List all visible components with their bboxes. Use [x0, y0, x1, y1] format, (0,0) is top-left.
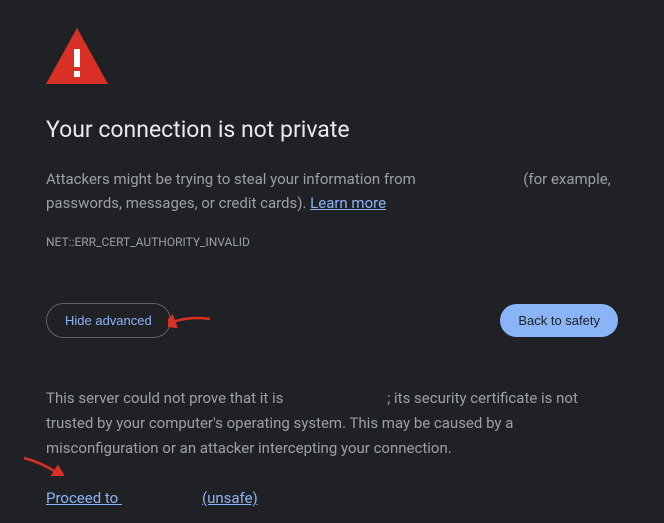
- warning-description: Attackers might be trying to steal your …: [46, 167, 618, 215]
- page-title: Your connection is not private: [46, 116, 618, 143]
- proceed-unsafe-link[interactable]: Proceed to (unsafe): [46, 489, 258, 507]
- learn-more-link[interactable]: Learn more: [310, 194, 386, 212]
- error-code: NET::ERR_CERT_AUTHORITY_INVALID: [46, 235, 618, 249]
- warning-triangle-icon: [46, 28, 618, 88]
- back-to-safety-button[interactable]: Back to safety: [500, 304, 618, 337]
- description-text-1: Attackers might be trying to steal your …: [46, 170, 420, 188]
- hide-advanced-button[interactable]: Hide advanced: [46, 303, 171, 338]
- advanced-explanation: This server could not prove that it is ;…: [46, 386, 618, 460]
- proceed-prefix: Proceed to: [46, 489, 122, 507]
- button-row: Hide advanced Back to safety: [46, 303, 618, 338]
- proceed-suffix: (unsafe): [202, 489, 258, 507]
- advanced-text-1: This server could not prove that it is: [46, 389, 287, 407]
